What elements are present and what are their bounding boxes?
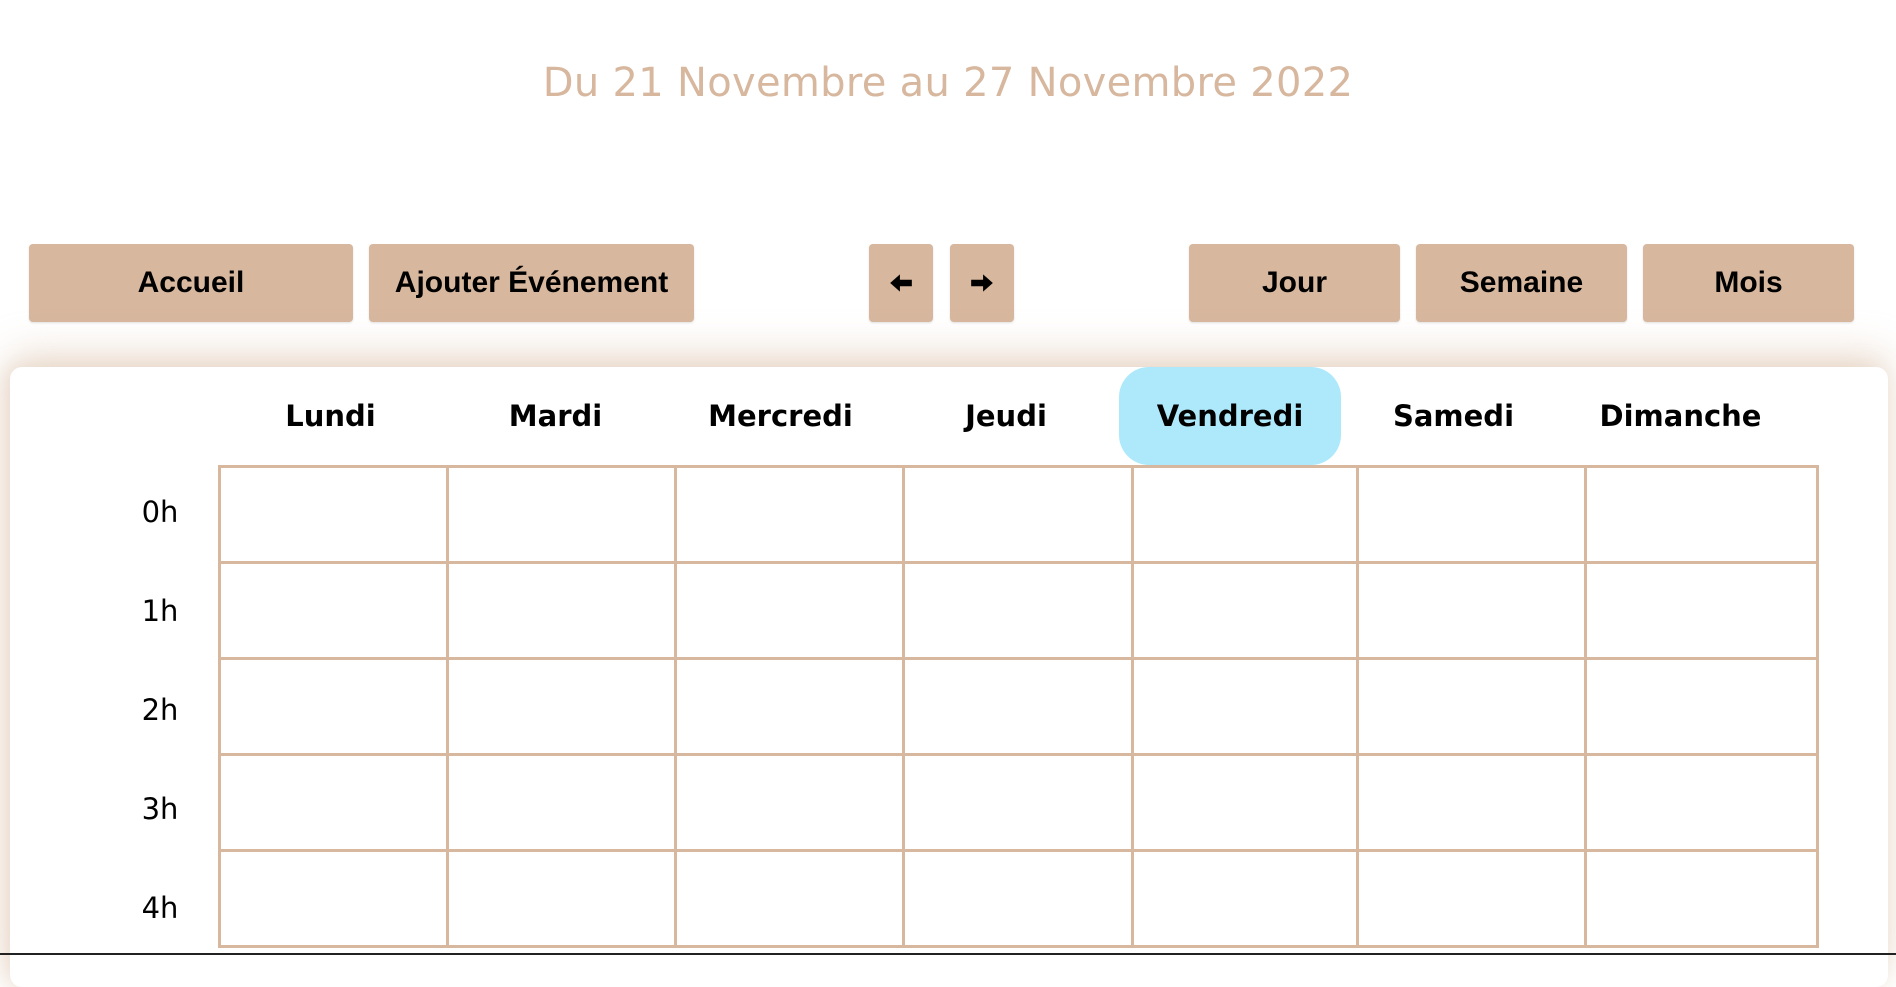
month-view-button[interactable]: Mois — [1643, 244, 1854, 322]
time-slot-cell[interactable] — [446, 657, 677, 756]
time-slot-cell[interactable] — [1584, 849, 1819, 948]
hour-row — [218, 849, 1819, 948]
time-slot-cell[interactable] — [674, 657, 905, 756]
hour-label: 4h — [141, 891, 179, 925]
hour-row — [218, 753, 1819, 852]
time-slot-cell[interactable] — [674, 465, 905, 564]
time-slot-cell[interactable] — [902, 849, 1134, 948]
week-view-button[interactable]: Semaine — [1416, 244, 1627, 322]
home-button[interactable]: Accueil — [29, 244, 353, 322]
time-slot-cell[interactable] — [1584, 465, 1819, 564]
time-slot-cell[interactable] — [1584, 561, 1819, 660]
day-header-5: Samedi — [1392, 399, 1515, 433]
time-slot-cell[interactable] — [902, 657, 1134, 756]
day-header-4: Vendredi — [1119, 367, 1341, 465]
day-header-6: Dimanche — [1599, 399, 1762, 433]
time-slot-cell[interactable] — [902, 561, 1134, 660]
time-slot-cell[interactable] — [1131, 657, 1359, 756]
time-slot-cell[interactable] — [1584, 657, 1819, 756]
time-slot-cell[interactable] — [1131, 753, 1359, 852]
arrow-right-icon — [971, 274, 993, 292]
time-slot-cell[interactable] — [446, 561, 677, 660]
day-header-0: Lundi — [285, 399, 376, 433]
next-week-button[interactable] — [950, 244, 1014, 322]
page-title: Du 21 Novembre au 27 Novembre 2022 — [542, 60, 1354, 106]
day-header-2: Mercredi — [708, 399, 853, 433]
arrow-left-icon — [890, 274, 912, 292]
day-view-button[interactable]: Jour — [1189, 244, 1400, 322]
add-event-button[interactable]: Ajouter Événement — [369, 244, 694, 322]
time-slot-cell[interactable] — [1356, 849, 1587, 948]
time-slot-cell[interactable] — [1131, 465, 1359, 564]
time-slot-cell[interactable] — [218, 657, 449, 756]
time-slot-cell[interactable] — [218, 465, 449, 564]
time-slot-cell[interactable] — [1356, 465, 1587, 564]
hour-label: 1h — [141, 594, 179, 628]
time-slot-cell[interactable] — [674, 849, 905, 948]
time-slot-cell[interactable] — [446, 849, 677, 948]
time-slot-cell[interactable] — [218, 561, 449, 660]
time-slot-cell[interactable] — [1131, 561, 1359, 660]
time-slot-cell[interactable] — [902, 465, 1134, 564]
hour-row — [218, 561, 1819, 660]
time-slot-cell[interactable] — [902, 753, 1134, 852]
time-slot-cell[interactable] — [446, 753, 677, 852]
hour-label: 0h — [141, 495, 179, 529]
hour-row — [218, 657, 1819, 756]
time-slot-cell[interactable] — [218, 849, 449, 948]
time-slot-cell[interactable] — [1131, 849, 1359, 948]
time-slot-cell[interactable] — [446, 465, 677, 564]
time-slot-cell[interactable] — [1356, 657, 1587, 756]
hour-label: 3h — [141, 792, 179, 826]
week-grid — [218, 465, 1819, 948]
time-slot-cell[interactable] — [1356, 753, 1587, 852]
time-slot-cell[interactable] — [1356, 561, 1587, 660]
previous-week-button[interactable] — [869, 244, 933, 322]
hour-label: 2h — [141, 693, 179, 727]
day-header-3: Jeudi — [965, 399, 1047, 433]
time-slot-cell[interactable] — [674, 561, 905, 660]
hour-row — [218, 465, 1819, 564]
day-header-1: Mardi — [508, 399, 603, 433]
time-slot-cell[interactable] — [1584, 753, 1819, 852]
time-slot-cell[interactable] — [218, 753, 449, 852]
time-slot-cell[interactable] — [674, 753, 905, 852]
